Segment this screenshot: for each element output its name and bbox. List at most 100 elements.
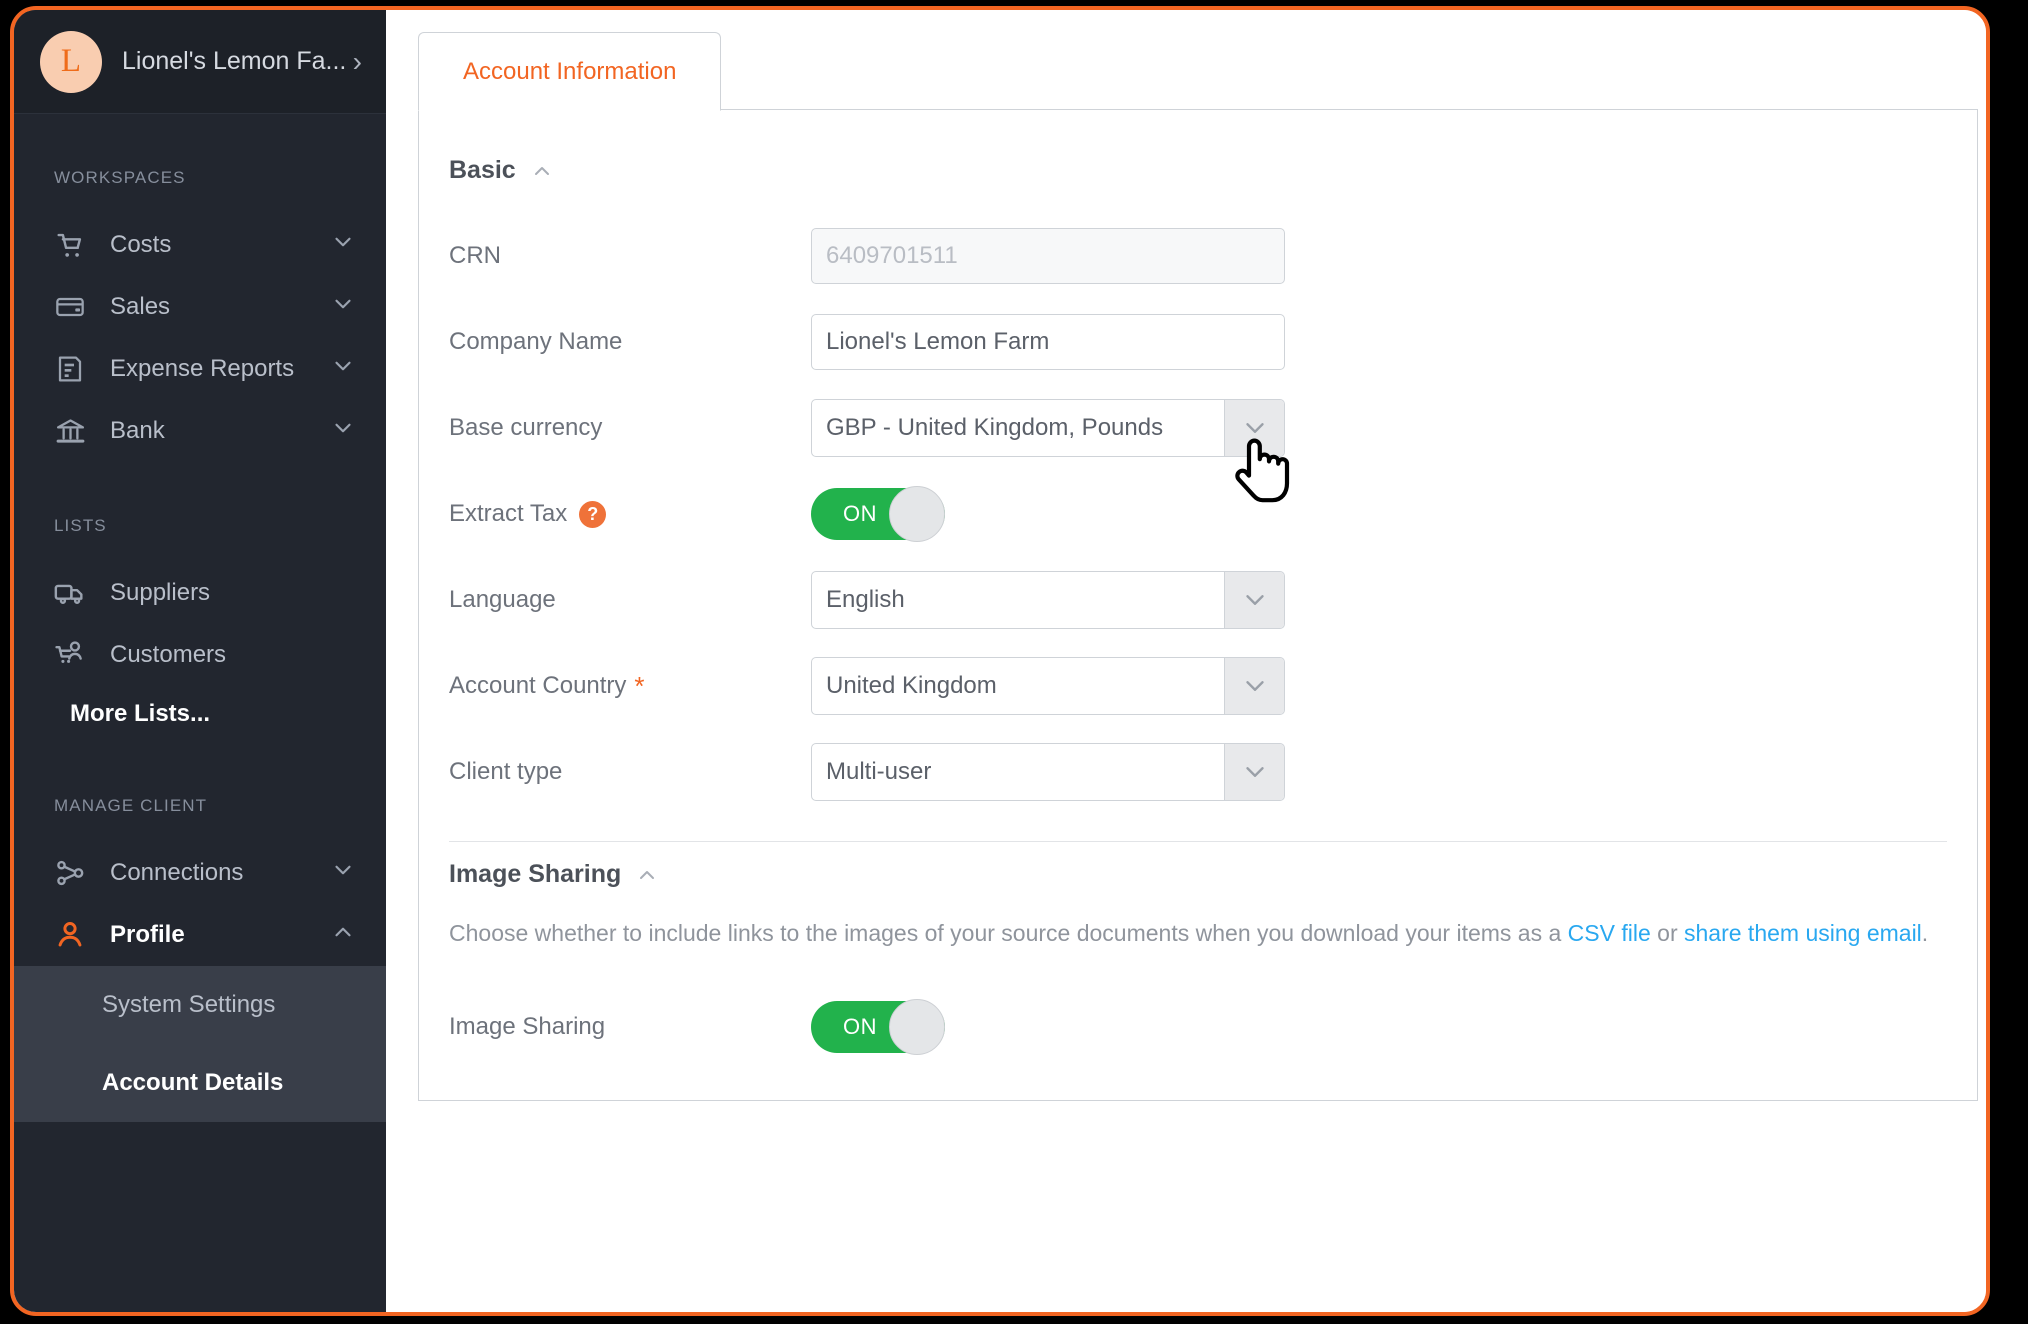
chevron-down-icon[interactable]	[1224, 658, 1284, 714]
sidebar-subitem-label: Account Details	[102, 1069, 284, 1096]
basic-section-title: Basic	[449, 156, 516, 184]
chevron-down-icon	[330, 353, 356, 385]
sidebar-item-profile[interactable]: Profile	[14, 904, 386, 966]
sidebar-section-manage-client: MANAGE CLIENT	[54, 796, 208, 815]
base-currency-label: Base currency	[449, 414, 603, 441]
sidebar-item-label: Sales	[110, 293, 171, 320]
sidebar-item-label: More Lists...	[70, 700, 211, 727]
account-information-card: Account Information Basic CRN 6409701511	[418, 32, 1978, 1102]
language-value: English	[826, 586, 905, 613]
profile-submenu: System Settings Account Details	[14, 966, 386, 1122]
field-row-company-name: Company Name Lionel's Lemon Farm	[419, 299, 1977, 385]
chevron-right-icon: ›	[352, 45, 362, 77]
image-sharing-section-header[interactable]: Image Sharing	[419, 860, 1977, 889]
image-sharing-toggle[interactable]: ON	[811, 999, 945, 1056]
language-field-wrapper: English	[811, 571, 1285, 629]
extract-tax-field-wrapper: ON	[811, 486, 945, 542]
sidebar-subitem-label: System Settings	[102, 991, 276, 1018]
field-row-client-type: Client type Multi-user	[419, 729, 1977, 815]
field-row-extract-tax: Extract Tax ? ON	[419, 471, 1977, 557]
connections-icon	[50, 853, 90, 893]
tab-bar: Account Information	[418, 32, 1978, 111]
chevron-down-icon	[330, 291, 356, 323]
sidebar-item-customers[interactable]: Customers	[14, 624, 386, 686]
account-country-value: United Kingdom	[826, 672, 997, 699]
basic-section-header[interactable]: Basic	[419, 156, 1977, 185]
client-type-label: Client type	[449, 758, 563, 785]
image-sharing-field-wrapper: ON	[811, 999, 945, 1056]
share-email-link[interactable]: share them using email	[1684, 920, 1922, 946]
field-row-image-sharing: Image Sharing ON	[419, 984, 1977, 1070]
image-sharing-toggle-label: ON	[843, 1014, 877, 1040]
sidebar-item-label: Customers	[110, 641, 227, 668]
company-name-field-wrapper: Lionel's Lemon Farm	[811, 314, 1285, 370]
toggle-knob	[889, 999, 945, 1056]
sidebar-item-costs[interactable]: Costs	[14, 214, 386, 276]
client-type-value: Multi-user	[826, 758, 932, 785]
language-select[interactable]: English	[811, 571, 1285, 629]
avatar: L	[40, 30, 102, 93]
chevron-up-icon[interactable]	[530, 159, 554, 183]
description-text-3: .	[1921, 920, 1929, 946]
chevron-up-icon	[330, 919, 356, 951]
crn-input: 6409701511	[811, 228, 1285, 284]
company-name-input[interactable]: Lionel's Lemon Farm	[811, 314, 1285, 370]
sidebar-item-label: Bank	[110, 417, 165, 444]
chevron-down-icon	[330, 229, 356, 261]
sidebar-item-connections[interactable]: Connections	[14, 842, 386, 904]
field-row-crn: CRN 6409701511	[419, 213, 1977, 299]
csv-file-link[interactable]: CSV file	[1568, 920, 1651, 946]
sidebar-item-expense-reports[interactable]: Expense Reports	[14, 338, 386, 400]
field-row-account-country: Account Country * United Kingdom	[419, 643, 1977, 729]
account-country-select[interactable]: United Kingdom	[811, 657, 1285, 715]
account-information-panel: Basic CRN 6409701511 Company Name Lionel…	[418, 110, 1978, 1102]
tab-label: Account Information	[463, 57, 677, 85]
chevron-down-icon	[330, 857, 356, 889]
account-country-label: Account Country *	[449, 672, 811, 700]
chevron-down-icon	[330, 415, 356, 447]
language-label: Language	[449, 586, 556, 613]
workspace-switcher[interactable]: L Lionel's Lemon Fa... ›	[14, 10, 386, 114]
sidebar-item-account-details[interactable]: Account Details	[14, 1044, 386, 1122]
sidebar-section-workspaces: WORKSPACES	[54, 168, 186, 187]
extract-tax-label: Extract Tax ?	[449, 500, 811, 528]
bank-icon	[50, 411, 90, 451]
client-type-select[interactable]: Multi-user	[811, 743, 1285, 801]
sidebar-item-bank[interactable]: Bank	[14, 400, 386, 462]
extract-tax-toggle[interactable]: ON	[811, 486, 945, 542]
field-row-base-currency: Base currency GBP - United Kingdom, Poun…	[419, 385, 1977, 471]
extract-tax-label-text: Extract Tax	[449, 500, 568, 527]
client-type-field-wrapper: Multi-user	[811, 743, 1285, 801]
sidebar-item-label: Connections	[110, 859, 244, 886]
crn-label: CRN	[449, 242, 501, 269]
person-icon	[50, 915, 90, 955]
field-row-language: Language English	[419, 557, 1977, 643]
extract-tax-toggle-label: ON	[843, 501, 877, 526]
chevron-down-icon[interactable]	[1224, 744, 1284, 800]
company-name-label: Company Name	[449, 328, 623, 355]
sidebar-item-label: Expense Reports	[110, 355, 295, 382]
sidebar-item-label: Profile	[110, 921, 185, 948]
crn-field-wrapper: 6409701511	[811, 228, 1285, 284]
chevron-down-icon[interactable]	[1224, 572, 1284, 628]
base-currency-value: GBP - United Kingdom, Pounds	[826, 414, 1164, 441]
help-icon[interactable]: ?	[579, 500, 607, 528]
truck-icon	[50, 573, 90, 613]
description-text-2: or	[1650, 920, 1684, 946]
sidebar-item-label: Suppliers	[110, 579, 211, 606]
chevron-up-icon[interactable]	[635, 863, 659, 887]
description-text-1: Choose whether to include links to the i…	[449, 920, 1568, 946]
customer-cart-icon	[50, 635, 90, 675]
sidebar-item-suppliers[interactable]: Suppliers	[14, 562, 386, 624]
main-content: Account Information Basic CRN 6409701511	[386, 10, 1986, 1312]
sidebar-item-sales[interactable]: Sales	[14, 276, 386, 338]
required-asterisk: *	[634, 671, 645, 701]
base-currency-select[interactable]: GBP - United Kingdom, Pounds	[811, 399, 1285, 457]
tab-account-information[interactable]: Account Information	[418, 32, 722, 111]
chevron-down-icon[interactable]	[1224, 400, 1284, 456]
sidebar-item-system-settings[interactable]: System Settings	[14, 966, 386, 1044]
sidebar-item-more-lists[interactable]: More Lists...	[14, 686, 386, 742]
toggle-knob	[889, 486, 945, 542]
account-country-label-text: Account Country	[449, 672, 627, 699]
app-window: L Lionel's Lemon Fa... › WORKSPACES Cost…	[10, 6, 1990, 1316]
